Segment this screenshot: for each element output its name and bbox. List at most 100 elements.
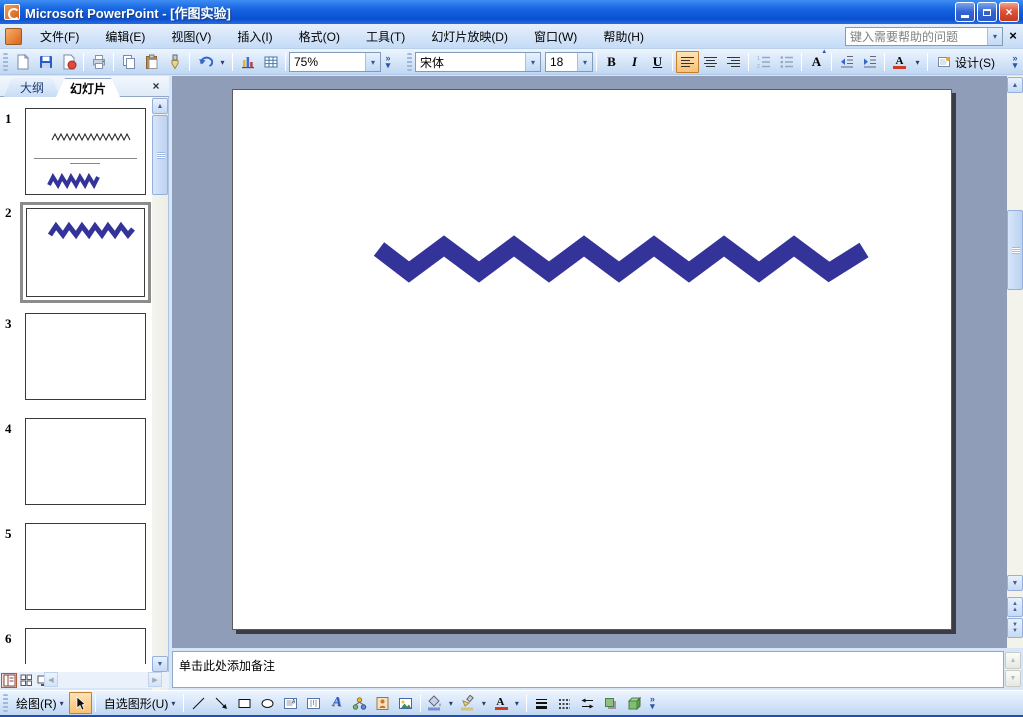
arrow-style-button[interactable] (576, 692, 599, 714)
close-button[interactable]: × (999, 2, 1019, 22)
font-name-combo[interactable]: 宋体 ▾ (415, 52, 541, 72)
decrease-indent-button[interactable] (835, 51, 858, 73)
tab-slides[interactable]: 幻灯片 (56, 78, 120, 97)
previous-slide-button[interactable]: ▲ ▲ (1007, 597, 1023, 617)
line-tool-button[interactable] (187, 692, 210, 714)
panel-scroll-up-button[interactable]: ▲ (152, 98, 168, 114)
notes-scroll-up-button[interactable]: ▲ (1005, 652, 1021, 669)
menu-file[interactable]: 文件(F) (30, 24, 89, 49)
slide-thumbnail-1[interactable] (25, 108, 146, 195)
bold-button[interactable]: B (600, 51, 623, 73)
next-slide-button[interactable]: ▼ ▼ (1007, 618, 1023, 638)
toolbar-options-button[interactable]: » ▾ (645, 691, 659, 715)
menu-help[interactable]: 帮助(H) (593, 24, 654, 49)
insert-clipart-button[interactable] (371, 692, 394, 714)
align-center-button[interactable] (699, 51, 722, 73)
rectangle-tool-button[interactable] (233, 692, 256, 714)
font-color-button[interactable]: A (888, 51, 911, 73)
line-color-button[interactable] (457, 692, 477, 714)
align-left-button[interactable] (676, 51, 699, 73)
fill-color-button[interactable] (424, 692, 444, 714)
toolbar-drag-handle[interactable] (3, 694, 8, 712)
copy-button[interactable] (117, 51, 140, 73)
oval-tool-button[interactable] (256, 692, 279, 714)
zoom-combo[interactable]: 75% ▾ (289, 52, 381, 72)
select-objects-button[interactable] (68, 692, 92, 714)
shadow-style-button[interactable] (599, 692, 622, 714)
slide-sorter-view-button[interactable] (18, 673, 34, 688)
help-dropdown-button[interactable]: ▾ (987, 28, 1002, 45)
draw-menu-button[interactable]: 绘图(R) ▾ (11, 693, 69, 714)
menu-format[interactable]: 格式(O) (289, 24, 350, 49)
panel-scroll-down-button[interactable]: ▼ (152, 656, 168, 672)
arrow-tool-button[interactable] (210, 692, 233, 714)
scroll-up-button[interactable]: ▲ (1007, 77, 1023, 93)
slide-thumbnail-3[interactable] (25, 313, 146, 400)
menu-window[interactable]: 窗口(W) (524, 24, 587, 49)
line-color-dropdown-button[interactable]: ▾ (477, 692, 490, 714)
font-size-combo[interactable]: 18 ▾ (545, 52, 593, 72)
format-painter-button[interactable] (163, 51, 186, 73)
undo-button[interactable] (193, 51, 216, 73)
insert-table-button[interactable] (259, 51, 282, 73)
scroll-down-button[interactable]: ▼ (1007, 575, 1023, 591)
toolbar-drag-handle[interactable] (407, 53, 412, 71)
scrollbar-thumb[interactable] (1007, 210, 1023, 290)
notes-scroll-down-button[interactable]: ▼ (1005, 670, 1021, 687)
zoom-dropdown-button[interactable]: ▾ (365, 53, 380, 71)
three-d-style-button[interactable] (622, 692, 645, 714)
vertical-text-box-button[interactable] (302, 692, 325, 714)
fill-color-dropdown-button[interactable]: ▾ (444, 692, 457, 714)
paste-button[interactable] (140, 51, 163, 73)
align-right-button[interactable] (722, 51, 745, 73)
slide-thumbnail-2-selected[interactable] (20, 202, 151, 303)
panel-scrollbar-thumb[interactable] (152, 115, 168, 195)
toolbar-drag-handle[interactable] (3, 53, 8, 71)
undo-dropdown-button[interactable]: ▾ (216, 51, 229, 73)
diagram-button[interactable] (348, 692, 371, 714)
slide-thumbnail-6[interactable] (25, 628, 146, 664)
toolbar-options-button[interactable]: » ▾ (1008, 50, 1022, 74)
dash-style-button[interactable] (553, 692, 576, 714)
panel-hscroll-right-button[interactable]: ▶ (148, 672, 162, 687)
wordart-button[interactable]: A (325, 692, 348, 714)
zigzag-shape[interactable] (373, 223, 873, 293)
panel-close-button[interactable]: × (149, 79, 163, 93)
font-color-button[interactable]: A (490, 692, 510, 714)
minimize-button[interactable] (955, 2, 975, 22)
restore-button[interactable] (977, 2, 997, 22)
font-size-dropdown-button[interactable]: ▾ (577, 53, 592, 71)
toolbar-options-button[interactable]: » ▾ (381, 50, 395, 74)
slide-thumbnail-4[interactable] (25, 418, 146, 505)
italic-button[interactable]: I (623, 51, 646, 73)
menu-tools[interactable]: 工具(T) (356, 24, 415, 49)
slide-canvas[interactable] (232, 89, 952, 630)
numbered-list-button[interactable]: 12 (752, 51, 775, 73)
help-question-input[interactable]: 键入需要帮助的问题 ▾ (845, 27, 1003, 46)
insert-picture-button[interactable] (394, 692, 417, 714)
font-color-dropdown-button[interactable]: ▾ (911, 51, 924, 73)
increase-indent-button[interactable] (858, 51, 881, 73)
document-close-button[interactable]: × (1005, 28, 1021, 44)
menu-edit[interactable]: 编辑(E) (95, 24, 155, 49)
design-button[interactable]: 设计(S) (931, 52, 1000, 73)
tab-outline[interactable]: 大纲 (4, 78, 60, 97)
increase-font-size-button[interactable]: A ▲ (805, 49, 828, 73)
permission-button[interactable] (57, 51, 80, 73)
menu-slideshow[interactable]: 幻灯片放映(D) (421, 24, 518, 49)
menu-insert[interactable]: 插入(I) (227, 24, 282, 49)
slide-thumbnail-5[interactable] (25, 523, 146, 610)
notes-pane[interactable]: 单击此处添加备注 (172, 651, 1004, 688)
underline-button[interactable]: U (646, 51, 669, 73)
font-name-dropdown-button[interactable]: ▾ (525, 53, 540, 71)
font-color-dropdown-button[interactable]: ▾ (510, 692, 523, 714)
new-document-button[interactable] (11, 51, 34, 73)
panel-hscroll-left-button[interactable]: ◀ (44, 672, 58, 687)
line-style-button[interactable] (530, 692, 553, 714)
insert-chart-button[interactable] (236, 51, 259, 73)
autoshapes-menu-button[interactable]: 自选图形(U) ▾ (99, 693, 181, 714)
menu-view[interactable]: 视图(V) (161, 24, 221, 49)
bullet-list-button[interactable] (775, 51, 798, 73)
text-box-button[interactable]: A (279, 692, 302, 714)
save-button[interactable] (34, 51, 57, 73)
